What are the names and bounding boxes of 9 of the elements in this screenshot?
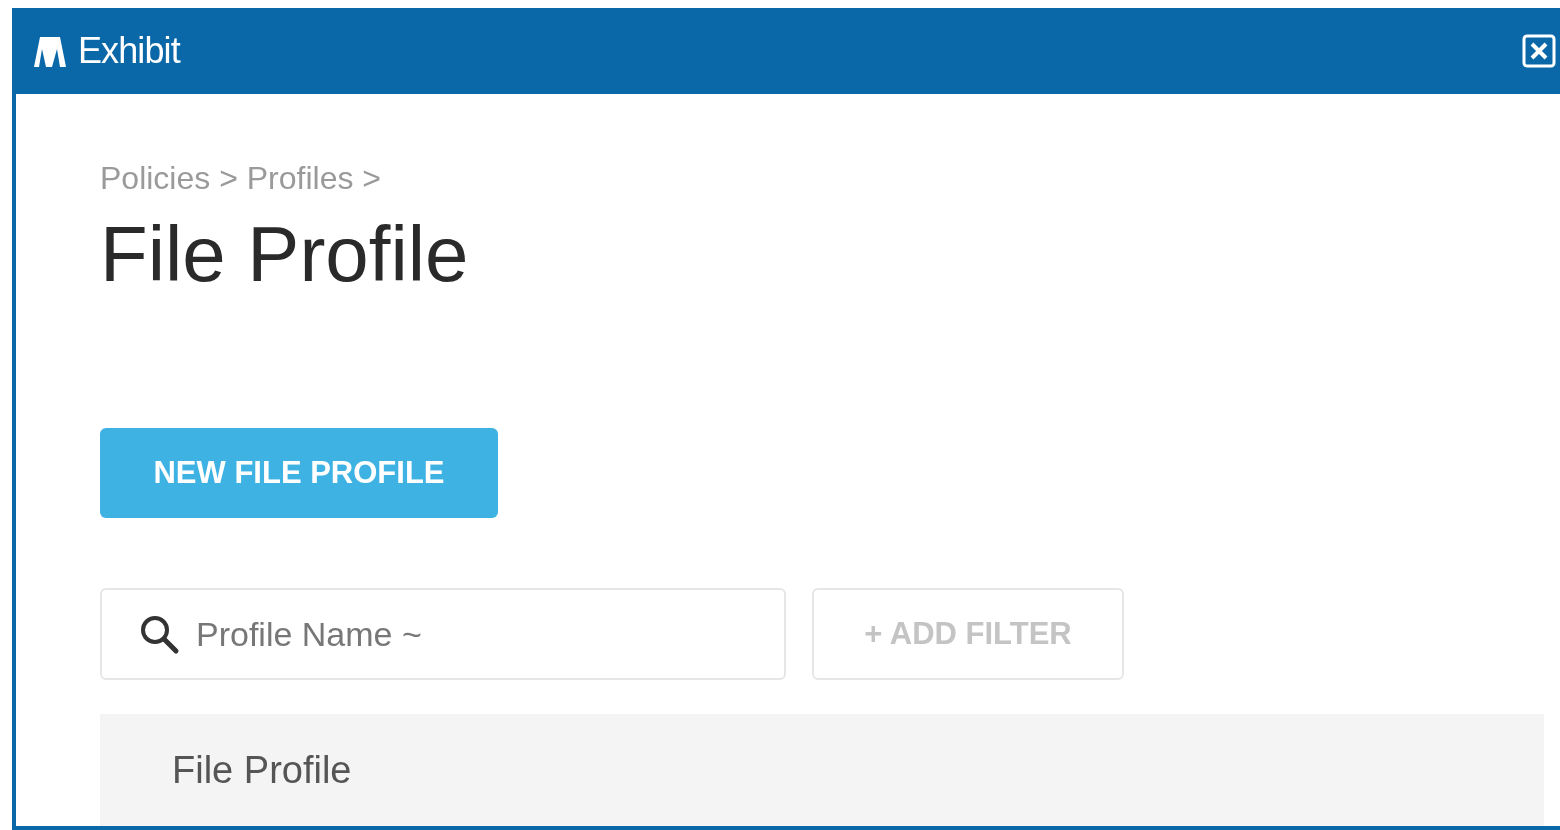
- column-header: File Profile: [172, 747, 352, 793]
- add-filter-button[interactable]: + ADD FILTER: [812, 588, 1124, 680]
- window-title: Exhibit: [78, 29, 180, 73]
- search-icon: [138, 613, 180, 655]
- search-field[interactable]: Profile Name ~: [100, 588, 786, 680]
- close-icon[interactable]: [1522, 34, 1556, 68]
- page-title: File Profile: [100, 209, 470, 300]
- new-profile-button[interactable]: NEW FILE PROFILE: [100, 428, 498, 518]
- breadcrumb: Policies > Profiles >: [100, 159, 382, 198]
